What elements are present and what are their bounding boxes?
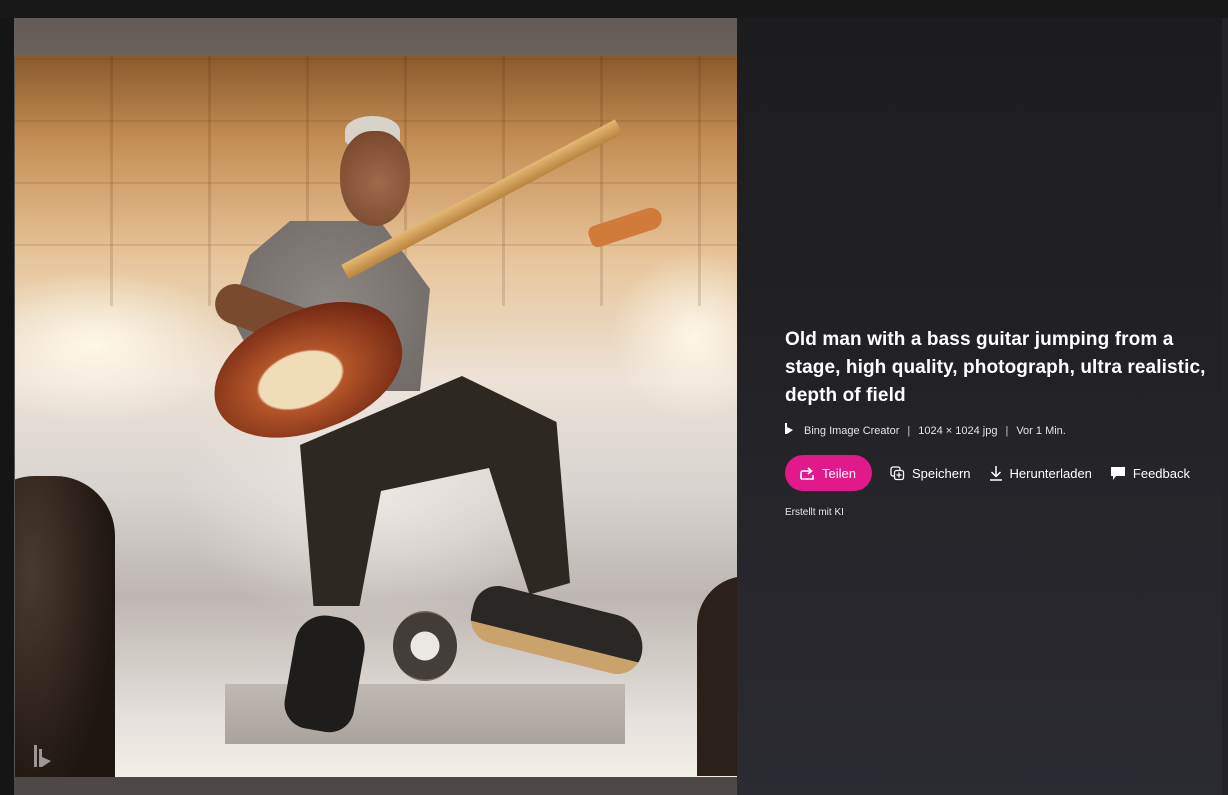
image-letterbox-bottom: [14, 777, 737, 795]
prompt-title: Old man with a bass guitar jumping from …: [785, 329, 1206, 406]
collection-add-icon: [890, 465, 905, 481]
details-panel: Old man with a bass guitar jumping from …: [737, 18, 1228, 795]
meta-separator: |: [1005, 424, 1009, 437]
action-bar: Teilen Speichern Herunterladen Feedback: [785, 455, 1190, 491]
download-label: Herunterladen: [1009, 465, 1092, 481]
image-viewer: Old man with a bass guitar jumping from …: [0, 0, 1228, 795]
download-icon: [989, 465, 1003, 481]
image-letterbox-top: [14, 18, 737, 56]
musician-shoe-right: [465, 580, 650, 680]
stage-speaker-left: [15, 476, 115, 777]
scrollbar-track[interactable]: [1222, 18, 1228, 795]
image-meta: Bing Image Creator | 1024 × 1024 jpg | V…: [785, 423, 1066, 438]
source-name: Bing Image Creator: [804, 424, 900, 437]
stage-speaker-right: [697, 576, 737, 776]
bing-logo-icon: [785, 423, 794, 438]
feedback-label: Feedback: [1132, 465, 1190, 481]
speech-bubble-icon: [1110, 466, 1126, 481]
bing-logo-icon: [33, 743, 57, 771]
image-dimensions: 1024 × 1024 jpg: [918, 424, 998, 437]
musician-head: [340, 131, 410, 226]
share-button[interactable]: Teilen: [785, 455, 872, 491]
share-arrow-icon: [800, 466, 815, 480]
top-bar: [0, 0, 1228, 18]
feedback-button[interactable]: Feedback: [1110, 466, 1190, 481]
image-column: [14, 18, 737, 795]
download-button[interactable]: Herunterladen: [989, 465, 1092, 481]
bass-drum: [393, 611, 457, 681]
ai-created-note: Erstellt mit KI: [785, 507, 844, 518]
share-label: Teilen: [822, 465, 856, 481]
created-time: Vor 1 Min.: [1016, 424, 1066, 437]
save-button[interactable]: Speichern: [890, 466, 971, 481]
save-label: Speichern: [911, 465, 971, 481]
generated-image[interactable]: [15, 56, 737, 777]
meta-separator: |: [907, 424, 911, 437]
